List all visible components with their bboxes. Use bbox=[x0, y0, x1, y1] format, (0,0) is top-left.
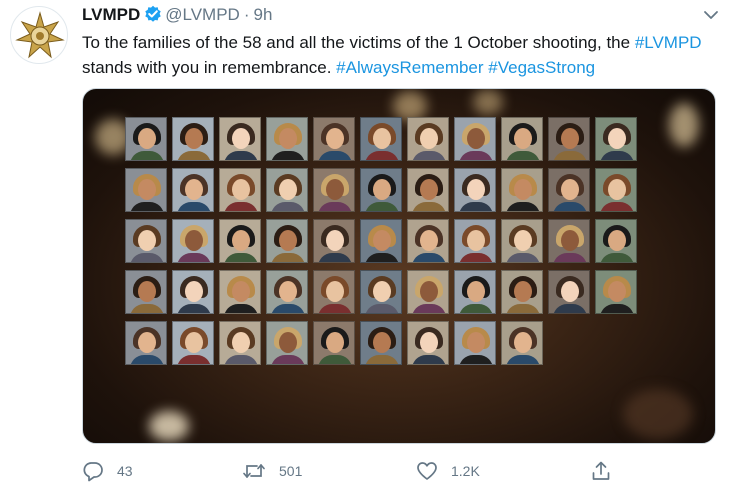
victim-portrait-photo bbox=[501, 321, 543, 365]
victim-portrait-photo bbox=[501, 117, 543, 161]
victim-portrait-photo bbox=[172, 219, 214, 263]
victim-portrait-photo bbox=[219, 321, 261, 365]
victim-portrait-photo bbox=[595, 219, 637, 263]
victim-portrait-photo bbox=[313, 270, 355, 314]
victim-portrait-photo bbox=[548, 270, 590, 314]
share-icon bbox=[592, 461, 610, 480]
tweet-text-segment: To the families of the 58 and all the vi… bbox=[82, 33, 635, 52]
like-button[interactable]: 1.2K bbox=[416, 458, 480, 484]
victim-portrait-photo bbox=[548, 168, 590, 212]
victim-portrait-photo bbox=[407, 270, 449, 314]
hashtag-link[interactable]: #AlwaysRemember bbox=[336, 58, 483, 77]
victim-portrait-photo bbox=[266, 168, 308, 212]
retweet-icon bbox=[243, 464, 265, 478]
reply-count: 43 bbox=[117, 463, 133, 479]
share-button[interactable] bbox=[590, 458, 612, 484]
display-name[interactable]: LVMPD bbox=[82, 5, 140, 24]
like-count: 1.2K bbox=[451, 463, 480, 479]
reply-button[interactable]: 43 bbox=[82, 458, 133, 484]
victim-portrait-photo bbox=[219, 117, 261, 161]
victim-portrait-photo bbox=[266, 219, 308, 263]
reply-icon bbox=[83, 462, 103, 482]
hashtag-link[interactable]: #LVMPD bbox=[635, 33, 702, 52]
victim-portrait-photo bbox=[454, 117, 496, 161]
victim-portrait-photo bbox=[454, 168, 496, 212]
victims-photo-grid bbox=[125, 117, 637, 365]
victim-portrait-photo bbox=[172, 168, 214, 212]
victim-portrait-photo bbox=[454, 321, 496, 365]
victim-portrait-photo bbox=[501, 219, 543, 263]
tweet-timestamp[interactable]: 9h bbox=[254, 5, 273, 24]
victim-portrait-photo bbox=[313, 168, 355, 212]
victim-portrait-photo bbox=[501, 270, 543, 314]
victim-portrait-photo bbox=[172, 270, 214, 314]
victim-portrait-photo bbox=[360, 219, 402, 263]
victim-portrait-photo bbox=[548, 117, 590, 161]
victim-portrait-photo bbox=[548, 219, 590, 263]
tweet-text: To the families of the 58 and all the vi… bbox=[82, 30, 722, 80]
victim-portrait-photo bbox=[454, 219, 496, 263]
victim-portrait-photo bbox=[313, 117, 355, 161]
victim-portrait-photo bbox=[407, 168, 449, 212]
grid-spacer bbox=[595, 321, 637, 365]
victim-portrait-photo bbox=[219, 168, 261, 212]
victim-portrait-photo bbox=[595, 168, 637, 212]
victim-portrait-photo bbox=[219, 219, 261, 263]
victim-portrait-photo bbox=[313, 219, 355, 263]
victim-portrait-photo bbox=[125, 321, 167, 365]
tweet-options-button[interactable] bbox=[700, 4, 722, 26]
retweet-button[interactable]: 501 bbox=[242, 458, 302, 484]
user-handle[interactable]: @LVMPD bbox=[165, 5, 240, 24]
chevron-down-icon bbox=[704, 11, 718, 19]
victim-portrait-photo bbox=[360, 321, 402, 365]
victim-portrait-photo bbox=[266, 117, 308, 161]
heart-icon bbox=[417, 462, 437, 480]
tweet-header: LVMPD @LVMPD · 9h bbox=[82, 4, 716, 26]
victim-portrait-photo bbox=[407, 219, 449, 263]
victim-portrait-photo bbox=[125, 168, 167, 212]
victim-portrait-photo bbox=[360, 270, 402, 314]
profile-avatar[interactable] bbox=[10, 6, 68, 64]
victim-portrait-photo bbox=[125, 117, 167, 161]
victim-portrait-photo bbox=[125, 270, 167, 314]
victim-portrait-photo bbox=[454, 270, 496, 314]
retweet-count: 501 bbox=[279, 463, 303, 479]
police-star-badge-icon bbox=[15, 11, 65, 59]
victim-portrait-photo bbox=[266, 270, 308, 314]
victim-portrait-photo bbox=[313, 321, 355, 365]
victim-portrait-photo bbox=[172, 321, 214, 365]
victim-portrait-photo bbox=[595, 117, 637, 161]
tweet-media-image[interactable] bbox=[82, 88, 716, 444]
victim-portrait-photo bbox=[501, 168, 543, 212]
victim-portrait-photo bbox=[266, 321, 308, 365]
victim-portrait-photo bbox=[125, 219, 167, 263]
tweet-action-bar: 43 501 1.2K bbox=[82, 458, 642, 484]
victim-portrait-photo bbox=[595, 270, 637, 314]
verified-badge-icon bbox=[144, 5, 162, 29]
victim-portrait-photo bbox=[407, 117, 449, 161]
victim-portrait-photo bbox=[219, 270, 261, 314]
hashtag-link[interactable]: #VegasStrong bbox=[488, 58, 595, 77]
victim-portrait-photo bbox=[172, 117, 214, 161]
header-separator: · bbox=[243, 5, 250, 24]
victim-portrait-photo bbox=[407, 321, 449, 365]
victim-portrait-photo bbox=[360, 168, 402, 212]
tweet-text-segment: stands with you in remembrance. bbox=[82, 58, 337, 77]
victim-portrait-photo bbox=[360, 117, 402, 161]
grid-spacer bbox=[548, 321, 590, 365]
